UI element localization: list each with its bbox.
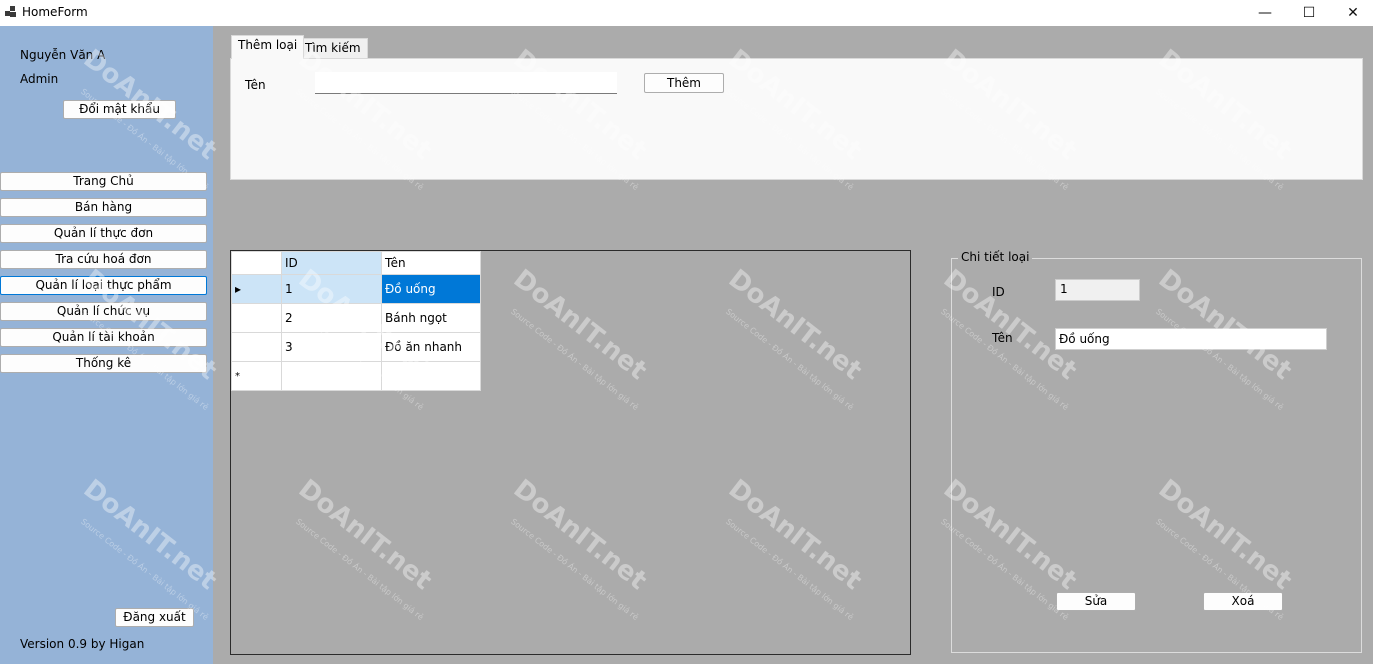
nav-home-button[interactable]: Trang Chủ xyxy=(0,172,207,191)
nav-food-category-button[interactable]: Quản lí loại thực phẩm xyxy=(0,276,207,295)
add-button[interactable]: Thêm xyxy=(644,73,724,93)
user-role: Admin xyxy=(20,72,59,86)
nav-position-management-button[interactable]: Quản lí chức vụ xyxy=(0,302,207,321)
cell-name[interactable] xyxy=(381,361,481,391)
sidebar: Nguyễn Văn A Admin Đổi mật khẩu Trang Ch… xyxy=(0,26,213,664)
cell-id[interactable]: 1 xyxy=(281,274,382,304)
nav-menu-management-button[interactable]: Quản lí thực đơn xyxy=(0,224,207,243)
nav-sales-button[interactable]: Bán hàng xyxy=(0,198,207,217)
category-grid[interactable]: ID Tên ▸ 1 Đồ uống 2 Bánh ngọt 3 Đồ ăn n… xyxy=(230,250,911,655)
cell-name[interactable]: Bánh ngọt xyxy=(381,303,481,333)
table-header-row: ID Tên xyxy=(231,251,481,275)
nav-invoice-lookup-button[interactable]: Tra cứu hoá đơn xyxy=(0,250,207,269)
name-input[interactable] xyxy=(315,72,617,94)
maximize-button[interactable]: ☐ xyxy=(1286,0,1332,26)
row-header xyxy=(231,332,282,362)
nav-statistics-button[interactable]: Thống kê xyxy=(0,354,207,373)
current-row-indicator-icon: ▸ xyxy=(231,274,282,304)
window-title: HomeForm xyxy=(22,5,88,19)
category-detail-groupbox xyxy=(951,258,1362,653)
user-name: Nguyễn Văn A xyxy=(20,48,106,62)
row-header xyxy=(231,303,282,333)
column-header-name[interactable]: Tên xyxy=(381,251,481,275)
detail-id-field: 1 xyxy=(1055,279,1140,301)
row-header-corner xyxy=(231,251,282,275)
cell-id[interactable]: 2 xyxy=(281,303,382,333)
detail-name-label: Tên xyxy=(992,331,1013,345)
table-row[interactable]: 2 Bánh ngọt xyxy=(231,303,481,333)
logout-button[interactable]: Đăng xuất xyxy=(115,608,194,627)
main-area: Thêm loại Tìm kiếm Tên Thêm ID Tên ▸ 1 Đ… xyxy=(213,26,1373,664)
table-row[interactable]: 3 Đồ ăn nhanh xyxy=(231,332,481,362)
delete-button[interactable]: Xoá xyxy=(1203,592,1283,611)
column-header-id[interactable]: ID xyxy=(281,251,382,275)
new-row[interactable]: * xyxy=(231,361,481,391)
category-detail-title: Chi tiết loại xyxy=(958,250,1033,264)
cell-name[interactable]: Đồ ăn nhanh xyxy=(381,332,481,362)
minimize-button[interactable]: — xyxy=(1242,0,1288,26)
detail-id-label: ID xyxy=(992,285,1005,299)
nav-account-management-button[interactable]: Quản lí tài khoản xyxy=(0,328,207,347)
tab-search[interactable]: Tìm kiếm xyxy=(298,38,368,58)
cell-id[interactable]: 3 xyxy=(281,332,382,362)
add-category-panel: Tên Thêm xyxy=(230,58,1363,180)
cell-name[interactable]: Đồ uống xyxy=(381,274,481,304)
title-bar: HomeForm — ☐ ✕ xyxy=(0,0,1373,26)
tab-add-category[interactable]: Thêm loại xyxy=(231,35,305,59)
version-label: Version 0.9 by Higan xyxy=(20,637,145,651)
change-password-button[interactable]: Đổi mật khẩu xyxy=(63,100,176,119)
category-table: ID Tên ▸ 1 Đồ uống 2 Bánh ngọt 3 Đồ ăn n… xyxy=(231,251,481,391)
close-button[interactable]: ✕ xyxy=(1330,0,1373,26)
app-icon xyxy=(5,6,17,18)
table-row[interactable]: ▸ 1 Đồ uống xyxy=(231,274,481,304)
cell-id[interactable] xyxy=(281,361,382,391)
new-row-indicator-icon: * xyxy=(231,361,282,391)
name-label: Tên xyxy=(245,78,266,92)
detail-name-input[interactable] xyxy=(1055,328,1327,350)
edit-button[interactable]: Sửa xyxy=(1056,592,1136,611)
